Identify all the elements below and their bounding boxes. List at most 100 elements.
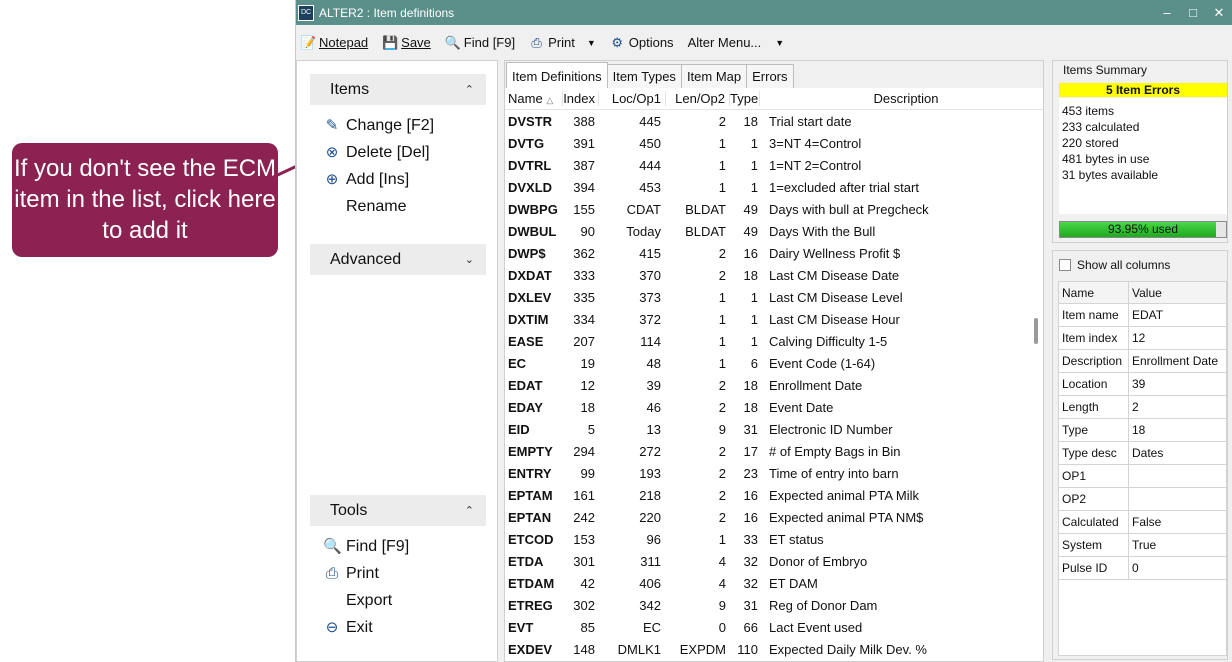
table-row[interactable]: EDAT 12 39 2 18 Enrollment Date (505, 374, 1043, 396)
expand-icon[interactable]: ⌄ (465, 253, 474, 266)
tab-errors[interactable]: Errors (746, 64, 794, 88)
table-row[interactable]: DVTG 391 450 1 1 3=NT 4=Control (505, 132, 1043, 154)
prop-header-name[interactable]: Name (1058, 281, 1129, 304)
show-all-columns-checkbox[interactable]: Show all columns (1059, 258, 1170, 272)
property-row[interactable]: Length 2 (1058, 395, 1227, 419)
collapse-icon[interactable]: ⌃ (465, 504, 474, 517)
advanced-section-header[interactable]: Advanced ⌄ (310, 244, 486, 275)
item-errors-badge[interactable]: 5 Item Errors (1059, 83, 1227, 97)
cell-len: 2 (718, 245, 726, 261)
tools-exit-link[interactable]: ⊖ Exit (323, 619, 373, 637)
table-row[interactable]: DVTRL 387 444 1 1 1=NT 2=Control (505, 154, 1043, 176)
table-row[interactable]: ETDAM 42 406 4 32 ET DAM (505, 572, 1043, 594)
table-row[interactable]: EID 5 13 9 31 Electronic ID Number (505, 418, 1043, 440)
minimize-icon[interactable]: – (1154, 5, 1180, 20)
table-row[interactable]: EASE 207 114 1 1 Calving Difficulty 1-5 (505, 330, 1043, 352)
add-item-link[interactable]: ⊕ Add [Ins] (323, 171, 409, 189)
table-row[interactable]: EMPTY 294 272 2 17 # of Empty Bags in Bin (505, 440, 1043, 462)
cell-desc: Expected Daily Milk Dev. % (769, 641, 927, 657)
col-header-type[interactable]: Type (730, 91, 760, 106)
tools-find-link[interactable]: 🔍 Find [F9] (323, 538, 409, 556)
cell-type: 1 (750, 179, 758, 195)
property-row[interactable]: Location 39 (1058, 372, 1227, 396)
window-title: ALTER2 : Item definitions (319, 5, 455, 20)
cell-len: BLDAT (685, 201, 726, 217)
table-row[interactable]: EVT 85 EC 0 66 Lact Event used (505, 616, 1043, 638)
property-key: Pulse ID (1058, 556, 1129, 580)
notepad-label: Notepad (319, 35, 369, 50)
rename-item-link[interactable]: Rename (323, 198, 406, 216)
cell-len: 2 (718, 443, 726, 459)
table-row[interactable]: DWBPG 155 CDAT BLDAT 49 Days with bull at Pre… (505, 198, 1043, 220)
cell-desc: Trial start date (769, 113, 852, 129)
property-row[interactable]: Type desc Dates (1058, 441, 1227, 465)
maximize-icon[interactable]: □ (1180, 5, 1206, 20)
tools-exit-label: Exit (346, 619, 373, 636)
cell-loc: 96 (646, 531, 661, 547)
property-row[interactable]: Description Enrollment Date (1058, 349, 1227, 373)
chevron-down-icon[interactable]: ▼ (775, 38, 784, 48)
property-row[interactable]: Type 18 (1058, 418, 1227, 442)
delete-item-link[interactable]: ⊗ Delete [Del] (323, 144, 430, 162)
table-row[interactable]: EPTAM 161 218 2 16 Expected animal PTA Milk (505, 484, 1043, 506)
close-icon[interactable]: ✕ (1206, 5, 1232, 21)
table-row[interactable]: EXDEV 148 DMLK1 EXPDM 110 Expected Daily Milk… (505, 638, 1043, 660)
table-row[interactable]: DXLEV 335 373 1 1 Last CM Disease Level (505, 286, 1043, 308)
collapse-icon[interactable]: ⌃ (465, 83, 474, 96)
print-button[interactable]: ⎙ Print ▼ (529, 35, 596, 50)
prop-header-value[interactable]: Value (1128, 281, 1227, 304)
property-row[interactable]: System True (1058, 533, 1227, 557)
tools-export-link[interactable]: Export (323, 592, 392, 610)
cell-index: 19 (580, 355, 595, 371)
property-row[interactable]: Calculated False (1058, 510, 1227, 534)
col-header-desc[interactable]: Description (760, 91, 1043, 106)
scrollbar-thumb[interactable] (1034, 318, 1038, 344)
save-button[interactable]: 💾 Save (382, 35, 431, 50)
cell-loc: 193 (639, 465, 661, 481)
property-row[interactable]: OP1 (1058, 464, 1227, 488)
cell-len: 2 (718, 509, 726, 525)
property-row[interactable]: OP2 (1058, 487, 1227, 511)
change-item-link[interactable]: ✎ Change [F2] (323, 117, 434, 135)
col-header-loc[interactable]: Loc/Op1 (599, 91, 666, 106)
property-row[interactable]: Pulse ID 0 (1058, 556, 1227, 580)
col-header-name[interactable]: Name △ (505, 91, 563, 106)
table-row[interactable]: DWBUL 90 Today BLDAT 49 Days With the Bull (505, 220, 1043, 242)
checkbox-icon[interactable] (1059, 259, 1071, 271)
property-row[interactable]: Item name EDAT (1058, 303, 1227, 327)
table-row[interactable]: DXTIM 334 372 1 1 Last CM Disease Hour (505, 308, 1043, 330)
tab-item-types[interactable]: Item Types (606, 64, 682, 88)
table-row[interactable]: EPTAN 242 220 2 16 Expected animal PTA NM$ (505, 506, 1043, 528)
cell-desc: Lact Event used (769, 619, 863, 635)
cell-loc: EC (642, 619, 661, 635)
col-header-index[interactable]: Index (563, 91, 599, 106)
table-row[interactable]: ETCOD 153 96 1 33 ET status (505, 528, 1043, 550)
col-header-len[interactable]: Len/Op2 (666, 91, 730, 106)
options-button[interactable]: ⚙ Options (610, 35, 673, 50)
items-section-header[interactable]: Items ⌃ (310, 74, 486, 105)
save-icon: 💾 (382, 35, 399, 50)
tab-item-definitions[interactable]: Item Definitions (506, 62, 608, 88)
notepad-button[interactable]: 📝 Notepad (300, 35, 368, 50)
find-button[interactable]: 🔍 Find [F9] (445, 35, 515, 50)
table-row[interactable]: DVXLD 394 453 1 1 1=excluded after trial star… (505, 176, 1043, 198)
rename-label: Rename (346, 198, 407, 215)
table-row[interactable]: EDAY 18 46 2 18 Event Date (505, 396, 1043, 418)
table-row[interactable]: DVSTR 388 445 2 18 Trial start date (505, 110, 1043, 132)
table-row[interactable]: EC 19 48 1 6 Event Code (1-64) (505, 352, 1043, 374)
cell-len: 1 (718, 531, 726, 547)
property-row[interactable]: Item index 12 (1058, 326, 1227, 350)
table-row[interactable]: ETDA 301 311 4 32 Donor of Embryo (505, 550, 1043, 572)
table-row[interactable]: ETREG 302 342 9 31 Reg of Donor Dam (505, 594, 1043, 616)
table-row[interactable]: ENTRY 99 193 2 23 Time of entry into barn (505, 462, 1043, 484)
print-dropdown-icon[interactable]: ▼ (587, 38, 596, 48)
table-row[interactable]: DXDAT 333 370 2 18 Last CM Disease Date (505, 264, 1043, 286)
tools-section-header[interactable]: Tools ⌃ (310, 495, 486, 526)
tools-print-link[interactable]: ⎙ Print (323, 565, 379, 583)
tab-item-map[interactable]: Item Map (680, 64, 748, 88)
table-row[interactable]: DWP$ 362 415 2 16 Dairy Wellness Profit $ (505, 242, 1043, 264)
tools-print-label: Print (346, 565, 379, 582)
cell-type: 49 (743, 201, 758, 217)
cell-loc: DMLK1 (617, 641, 661, 657)
alter-menu-button[interactable]: Alter Menu... ▼ (688, 35, 785, 50)
